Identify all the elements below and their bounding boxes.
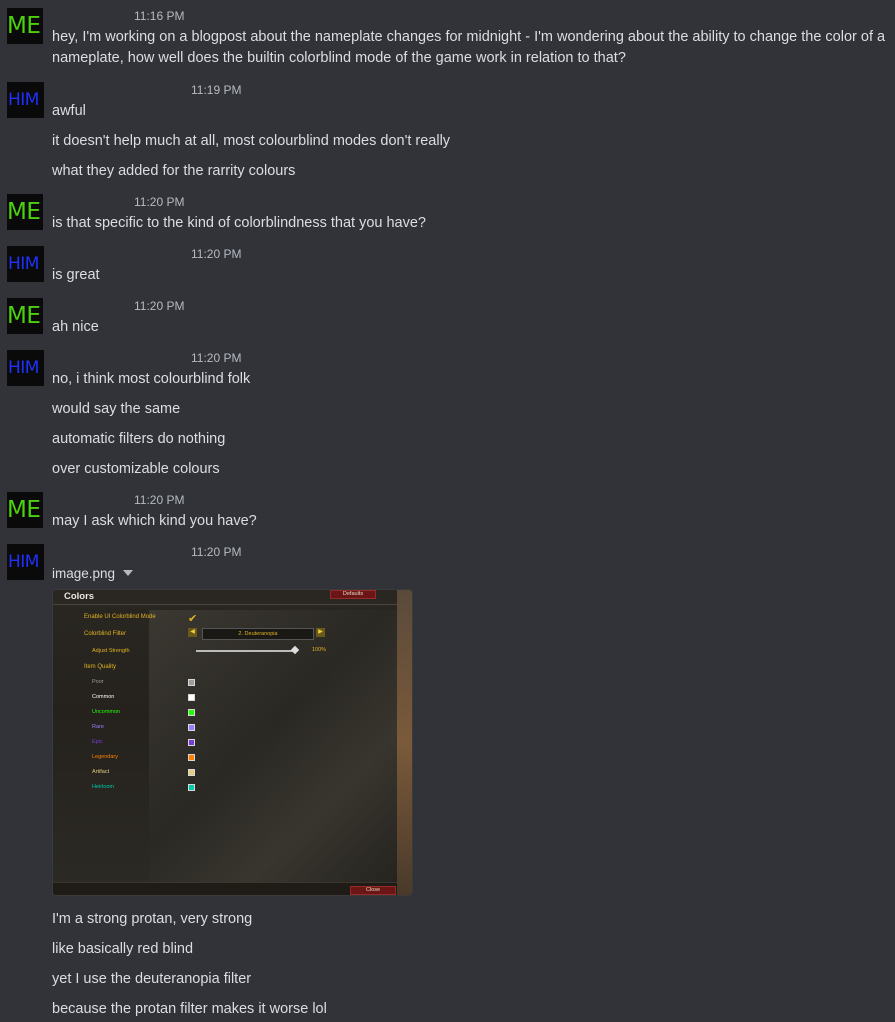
close-button: Close: [350, 886, 396, 895]
quality-swatch: [188, 769, 195, 776]
quality-swatch: [188, 739, 195, 746]
message-timestamp: 11:20 PM: [191, 351, 242, 365]
chevron-down-icon[interactable]: [123, 570, 134, 576]
quality-swatch: [188, 784, 195, 791]
filter-dropdown: 2. Deuteranopia: [202, 628, 314, 640]
colorblind-filter-label: Colorblind Filter: [84, 631, 127, 637]
strength-slider: [196, 650, 296, 652]
quality-label: Uncommon: [92, 709, 121, 715]
message-timestamp: 11:20 PM: [134, 299, 185, 313]
quality-swatch: [188, 709, 195, 716]
quality-swatch: [188, 694, 195, 701]
avatar[interactable]: HIM: [7, 82, 44, 118]
message-timestamp: 11:20 PM: [191, 247, 242, 261]
message-timestamp: 11:20 PM: [134, 493, 185, 507]
attachment-filename[interactable]: image.png: [52, 566, 134, 581]
avatar[interactable]: HIM: [7, 544, 44, 580]
message-text: hey, I'm working on a blogpost about the…: [52, 29, 886, 66]
strength-value: 100%: [312, 647, 327, 653]
attachment-filename-text: image.png: [52, 566, 116, 581]
message-text: like basically red blind: [52, 941, 194, 957]
message-timestamp: 11:20 PM: [191, 545, 242, 559]
message-text: would say the same: [52, 401, 181, 417]
attachment-image[interactable]: Colors Defaults Enable UI Colorblind Mod…: [52, 589, 413, 896]
panel-title: Colors: [64, 591, 95, 602]
message-timestamp: 11:20 PM: [134, 195, 185, 209]
quality-label: Rare: [92, 724, 104, 730]
avatar[interactable]: ME: [7, 194, 43, 230]
message-text: over customizable colours: [52, 461, 220, 477]
message-timestamp: 11:19 PM: [191, 83, 242, 97]
avatar[interactable]: ME: [7, 298, 43, 334]
message-text: what they added for the rarrity colours: [52, 163, 296, 179]
quality-label: Artifact: [92, 769, 110, 775]
message-text: yet I use the deuteranopia filter: [52, 971, 252, 987]
arrow-left-icon: ◀: [188, 628, 197, 637]
message-text: no, i think most colourblind folk: [52, 371, 251, 387]
message-text: automatic filters do nothing: [52, 431, 226, 447]
quality-label: Poor: [92, 679, 104, 685]
quality-label: Common: [92, 694, 115, 700]
message-text: is that specific to the kind of colorbli…: [52, 215, 426, 231]
message-text: may I ask which kind you have?: [52, 513, 257, 529]
item-quality-label: Item Quality: [84, 664, 117, 670]
quality-swatch: [188, 679, 195, 686]
panel-footer: [53, 882, 397, 895]
quality-swatch: [188, 754, 195, 761]
message-text: I'm a strong protan, very strong: [52, 911, 253, 927]
message-text: because the protan filter makes it worse…: [52, 1001, 327, 1017]
checkmark-icon: ✔: [188, 613, 198, 625]
quality-swatch: [188, 724, 195, 731]
quality-label: Epic: [92, 739, 103, 745]
avatar[interactable]: HIM: [7, 246, 44, 282]
divider: [53, 604, 397, 605]
avatar[interactable]: ME: [7, 492, 43, 528]
message-text: ah nice: [52, 319, 99, 335]
enable-colorblind-label: Enable UI Colorblind Mode: [84, 614, 156, 620]
message-text: is great: [52, 267, 100, 283]
defaults-button: Defaults: [330, 590, 376, 599]
quality-label: Heirloom: [92, 784, 115, 790]
arrow-right-icon: ▶: [316, 628, 325, 637]
adjust-strength-label: Adjust Strength: [92, 648, 130, 654]
quality-label: Legendary: [92, 754, 118, 760]
message-text: awful: [52, 103, 86, 119]
message-timestamp: 11:16 PM: [134, 9, 185, 23]
avatar[interactable]: HIM: [7, 350, 44, 386]
message-text: it doesn't help much at all, most colour…: [52, 133, 451, 149]
game-background-edge: [397, 590, 412, 895]
game-scene: [149, 610, 399, 890]
avatar[interactable]: ME: [7, 8, 43, 44]
